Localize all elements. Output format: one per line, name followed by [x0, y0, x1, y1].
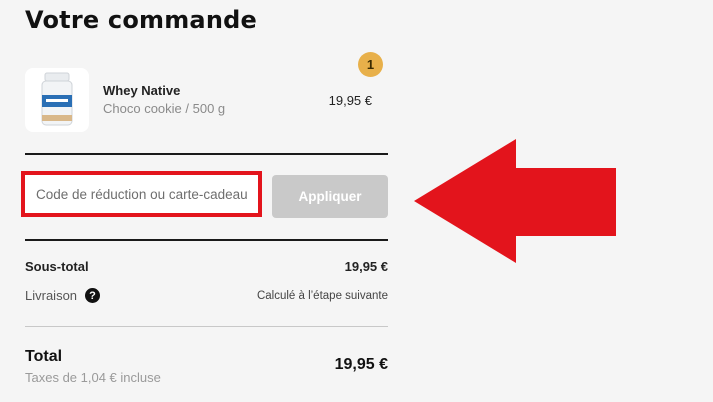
product-price: 19,95 €	[328, 93, 372, 108]
product-thumbnail	[25, 68, 89, 132]
total-value: 19,95 €	[334, 356, 388, 373]
question-circle-icon[interactable]: ?	[85, 288, 101, 303]
product-tub-icon	[41, 72, 73, 126]
subtotal-label: Sous-total	[25, 259, 89, 274]
page-title: Votre commande	[25, 6, 257, 34]
apply-discount-button[interactable]: Appliquer	[272, 175, 388, 218]
shipping-label: Livraison	[25, 288, 78, 303]
left-arrow-icon	[414, 139, 616, 263]
shipping-row: Livraison ?	[25, 288, 101, 303]
product-variant: Choco cookie / 500 g	[103, 101, 226, 116]
divider	[25, 153, 388, 155]
quantity-badge: 1	[358, 52, 383, 77]
subtotal-value: 19,95 €	[344, 259, 388, 274]
discount-code-input[interactable]	[29, 179, 254, 209]
total-label: Total	[25, 348, 63, 365]
tax-note: Taxes de 1,04 € incluse	[25, 370, 161, 385]
divider	[25, 326, 388, 327]
divider	[25, 239, 388, 241]
shipping-value: Calculé à l’étape suivante	[256, 290, 388, 302]
product-name: Whey Native	[103, 83, 181, 98]
